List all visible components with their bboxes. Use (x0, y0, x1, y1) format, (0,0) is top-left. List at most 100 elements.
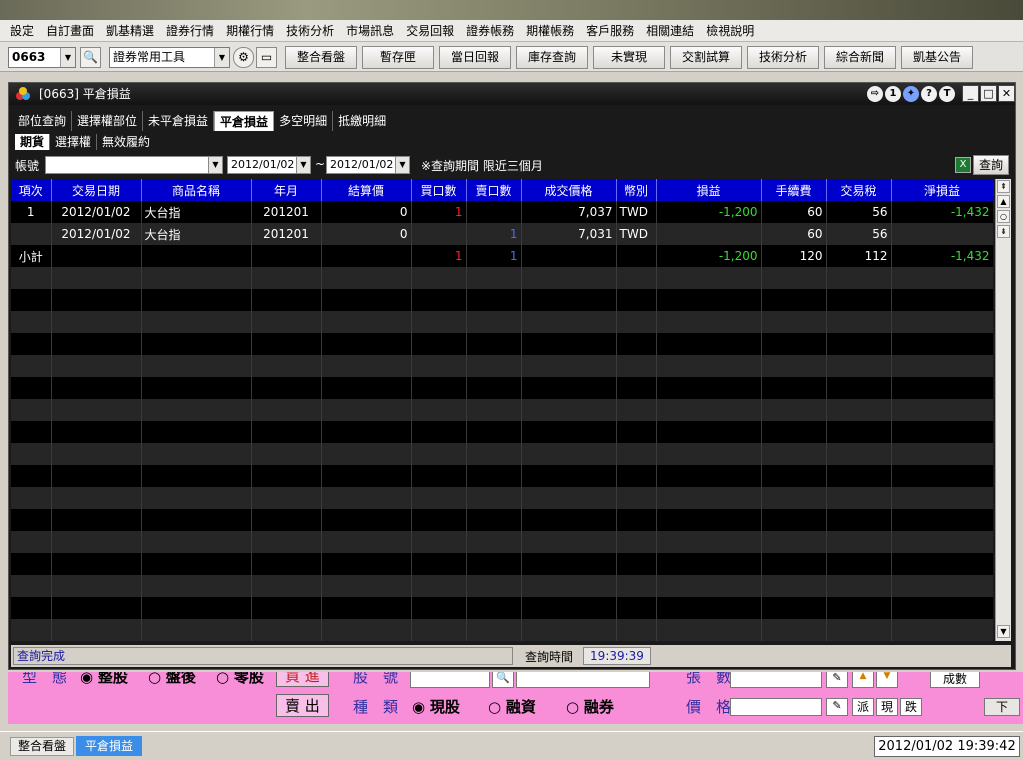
chevron-down-icon[interactable]: ▼ (208, 157, 222, 173)
menu-item[interactable]: 檢視說明 (700, 22, 760, 39)
radio-margin[interactable]: ○ 融資 (488, 696, 536, 717)
menu-item[interactable]: 凱基精選 (100, 22, 160, 39)
tab-collateral[interactable]: 抵繳明細 (333, 111, 391, 131)
subtab-invalid-exercise[interactable]: 無效履約 (97, 134, 155, 150)
menu-item[interactable]: 證券帳務 (460, 22, 520, 39)
query-button[interactable]: 查詢 (973, 155, 1009, 175)
buy-button[interactable]: 買 進 (276, 672, 329, 687)
window-icon[interactable]: ▭ (256, 47, 277, 68)
toolbar-button-announcement[interactable]: 凱基公告 (901, 46, 973, 69)
market-button[interactable]: 現 (876, 698, 898, 716)
calculator-icon[interactable]: ✎ (826, 698, 848, 716)
t-icon[interactable]: T (939, 86, 955, 102)
menu-item[interactable]: 客戶服務 (580, 22, 640, 39)
scroll-top-icon[interactable]: ⇞ (997, 180, 1010, 193)
help-icon[interactable]: ? (921, 86, 937, 102)
menu-item[interactable]: 自訂畫面 (40, 22, 100, 39)
chevron-down-icon[interactable]: ▼ (60, 48, 75, 67)
column-header[interactable]: 項次 (11, 179, 52, 201)
menu-item[interactable]: 技術分析 (280, 22, 340, 39)
limit-button[interactable]: 派 (852, 698, 874, 716)
tab-open-pnl[interactable]: 未平倉損益 (143, 111, 215, 131)
scroll-down-icon[interactable]: ▼ (997, 625, 1010, 638)
column-header[interactable]: 成交價格 (521, 179, 617, 201)
column-header[interactable]: 淨損益 (891, 179, 993, 201)
excel-export-icon[interactable]: X (955, 157, 971, 173)
up-arrow-icon[interactable]: ▲ (852, 672, 874, 688)
radio-odd-lot[interactable]: ○ 零股 (216, 672, 264, 687)
column-header[interactable]: 手續費 (761, 179, 827, 201)
chevron-down-icon[interactable]: ▼ (296, 157, 310, 173)
column-header[interactable]: 交易稅 (826, 179, 892, 201)
table-row[interactable]: 小計 1 1 -1,200 120 112 -1,432 (11, 245, 993, 267)
toolbar-button-daily-report[interactable]: 當日回報 (439, 46, 511, 69)
column-header[interactable]: 賣口數 (466, 179, 522, 201)
column-header[interactable]: 損益 (656, 179, 762, 201)
down-arrow-icon[interactable]: ▼ (876, 672, 898, 688)
menu-item[interactable]: 相關連結 (640, 22, 700, 39)
toolbar-button-inventory[interactable]: 庫存查詢 (516, 46, 588, 69)
settings-icon[interactable]: ✦ (903, 86, 919, 102)
toolbar-button-settlement[interactable]: 交割試算 (670, 46, 742, 69)
code-input[interactable]: 0663 ▼ (8, 47, 76, 68)
date-from-input[interactable]: 2012/01/02 ▼ (227, 156, 311, 174)
vertical-scrollbar[interactable]: ⇞ ▲ ○ ⇟ ▼ (995, 179, 1011, 641)
search-icon[interactable]: 🔍 (492, 672, 514, 688)
price-input[interactable] (730, 698, 822, 716)
column-header[interactable]: 年月 (251, 179, 322, 201)
search-icon[interactable]: 🔍 (80, 47, 101, 68)
maximize-icon[interactable]: □ (980, 85, 997, 102)
tab-option-positions[interactable]: 選擇權部位 (72, 111, 144, 131)
column-header[interactable]: 結算價 (321, 179, 412, 201)
quantity-input[interactable] (730, 672, 822, 688)
tab-positions[interactable]: 部位查詢 (13, 111, 73, 131)
table-row[interactable]: 1 2012/01/02 大台指 201201 0 1 7,037 TWD -1,200 60 56… (11, 201, 993, 223)
menu-item[interactable]: 期權帳務 (520, 22, 580, 39)
subtab-options[interactable]: 選擇權 (50, 134, 98, 150)
radio-cash[interactable]: ◉ 現股 (412, 696, 460, 717)
radio-short[interactable]: ○ 融券 (566, 696, 614, 717)
toolbar-button-temp[interactable]: 暫存匣 (362, 46, 434, 69)
tab-long-short[interactable]: 多空明細 (274, 111, 334, 131)
bottom-tab-closed-pnl[interactable]: 平倉損益 (76, 736, 142, 756)
close-icon[interactable]: ✕ (998, 85, 1015, 102)
menu-item[interactable]: 市場訊息 (340, 22, 400, 39)
column-header[interactable]: 幣別 (616, 179, 657, 201)
gear-icon[interactable]: ⚙ (233, 47, 254, 68)
tab-closed-pnl[interactable]: 平倉損益 (214, 111, 275, 131)
subtab-futures[interactable]: 期貨 (15, 134, 51, 150)
scroll-bottom-icon[interactable]: ⇟ (997, 225, 1010, 238)
radio-whole-lot[interactable]: ◉ 整股 (80, 672, 128, 687)
menu-item[interactable]: 證券行情 (160, 22, 220, 39)
column-header[interactable]: 商品名稱 (141, 179, 252, 201)
stock-code-input[interactable] (410, 672, 490, 688)
calculator-icon[interactable]: ✎ (826, 672, 848, 688)
limit-down-button[interactable]: 跌 (900, 698, 922, 716)
bottom-tab-integrated[interactable]: 整合看盤 (10, 737, 74, 756)
place-order-button[interactable]: 下 (984, 698, 1020, 716)
toolbar-button-unrealized[interactable]: 未實現 (593, 46, 665, 69)
sell-button[interactable]: 賣 出 (276, 694, 329, 717)
info-icon[interactable]: 1 (885, 86, 901, 102)
column-header[interactable]: 交易日期 (51, 179, 142, 201)
percent-field[interactable]: 成數 (930, 672, 980, 688)
table-cell (251, 531, 322, 553)
export-icon[interactable]: ⇨ (867, 86, 883, 102)
date-to-input[interactable]: 2012/01/02 ▼ (326, 156, 410, 174)
table-row[interactable]: 2012/01/02 大台指 201201 0 1 7,031 TWD 60 56 (11, 223, 993, 245)
toolbar-button-technical[interactable]: 技術分析 (747, 46, 819, 69)
minimize-icon[interactable]: _ (962, 85, 979, 102)
menu-item[interactable]: 交易回報 (400, 22, 460, 39)
toolbar-button-news[interactable]: 綜合新聞 (824, 46, 896, 69)
menu-item[interactable]: 設定 (4, 22, 40, 39)
scroll-thumb-icon[interactable]: ○ (997, 210, 1010, 223)
menu-item[interactable]: 期權行情 (220, 22, 280, 39)
radio-after-hours[interactable]: ○ 盤後 (148, 672, 196, 687)
scroll-page-up-icon[interactable]: ▲ (997, 195, 1010, 208)
tool-select[interactable]: 證券常用工具 ▼ (109, 47, 230, 68)
toolbar-button-integrated[interactable]: 整合看盤 (285, 46, 357, 69)
account-select[interactable]: ▼ (45, 156, 223, 174)
chevron-down-icon[interactable]: ▼ (214, 48, 229, 67)
chevron-down-icon[interactable]: ▼ (395, 157, 409, 173)
column-header[interactable]: 買口數 (411, 179, 467, 201)
